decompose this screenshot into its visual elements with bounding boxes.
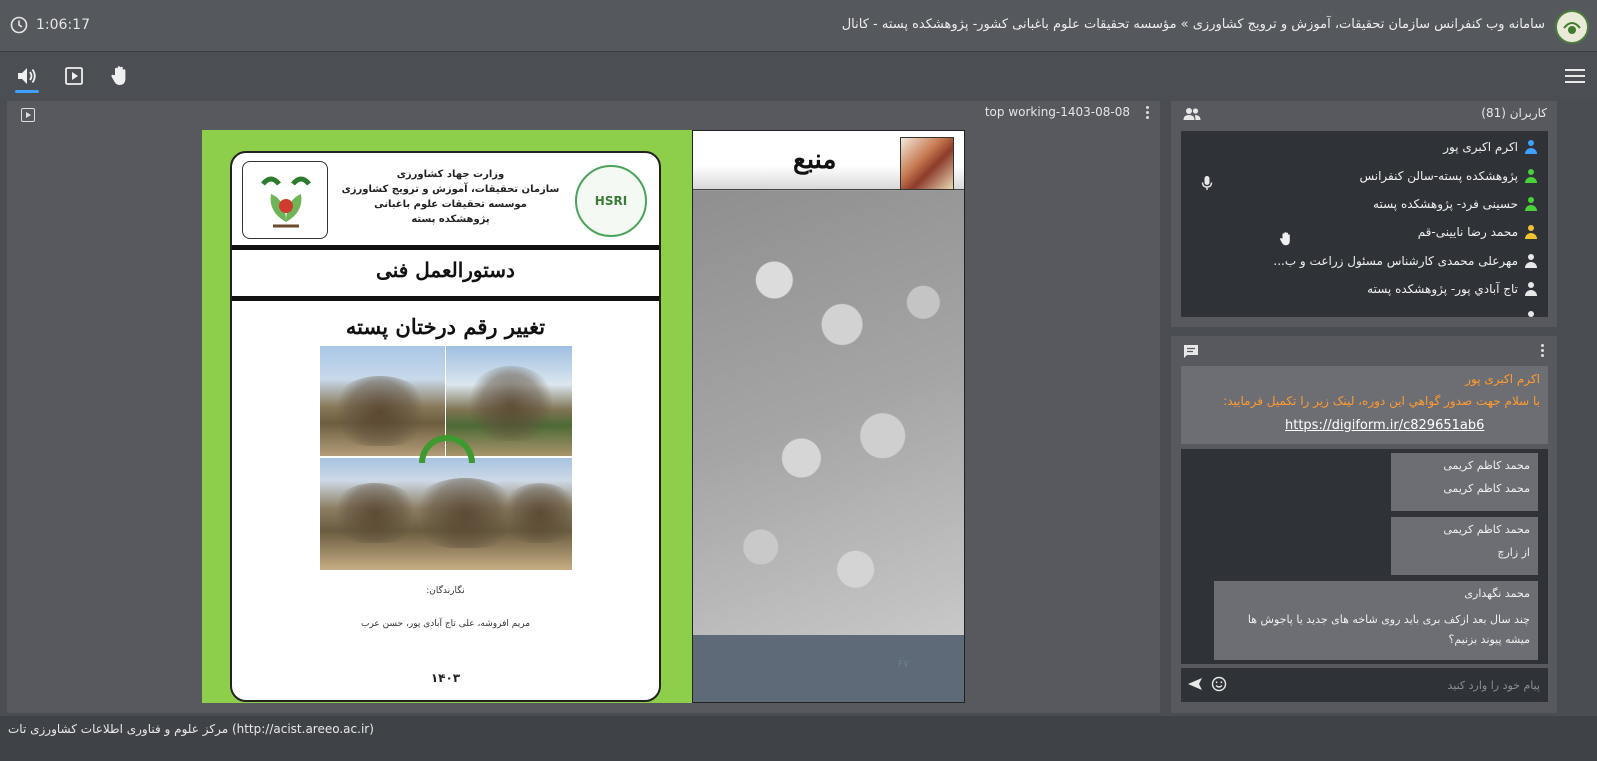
user-item[interactable] (1524, 304, 1538, 317)
share-video-button[interactable] (60, 63, 88, 89)
raise-hand-icon (111, 66, 126, 85)
authors-label: نگارندگان: (426, 586, 465, 596)
cover-page: وزارت جهاد کشاورزی سازمان تحقیقات، آموزش… (230, 151, 661, 702)
pistachio-thumbnail (900, 137, 954, 190)
send-icon[interactable] (1187, 677, 1203, 691)
message-sender: محمد کاظم کریمی (1443, 523, 1530, 536)
document-type: دستورالعمل فنی (376, 258, 515, 282)
chat-message: محمد کاظم کریمی از زارچ (1391, 517, 1538, 575)
user-item[interactable]: اکرم اکبری پور (1443, 133, 1538, 161)
user-item[interactable]: پژوهشکده پسته-سالن کنفرانس (1359, 162, 1538, 190)
title-bar: 1:06:17 سامانه وب کنفرانس سازمان تحقیقات… (0, 0, 1597, 52)
presentation-options-button[interactable] (1146, 106, 1150, 121)
chat-message: محمد نگهداری چند سال بعد ازکف بری باید ر… (1214, 581, 1538, 660)
chat-messages: محمد کاظم کریمی محمد کاظم کریمی محمد کاظ… (1181, 449, 1548, 664)
users-count: کاربران (81) (1481, 106, 1547, 120)
users-icon (1183, 108, 1201, 120)
minimize-presentation-button[interactable] (21, 108, 35, 122)
footer: مرکز علوم و فناوری اطلاعات کشاورزی تات (… (0, 716, 1597, 761)
pinned-link[interactable]: https://digiform.ir/c829651ab6 (1285, 418, 1484, 433)
raised-hand-icon (1279, 232, 1290, 246)
source-header: منبع (693, 131, 964, 190)
document-cover: وزارت جهاد کشاورزی سازمان تحقیقات، آموزش… (202, 130, 692, 703)
toolbar (0, 53, 1597, 99)
message-sender: محمد نگهداری (1464, 587, 1530, 600)
raise-hand-button[interactable] (106, 63, 134, 89)
user-icon (1524, 254, 1538, 268)
publication-year: ۱۴۰۳ (430, 671, 461, 685)
tree-photo (446, 346, 572, 456)
pinned-text: با سلام جهت صدور گواهي این دوره، لینک زی… (1223, 394, 1540, 408)
microphone-icon (1201, 176, 1213, 190)
ministry-text: وزارت جهاد کشاورزی سازمان تحقیقات، آموزش… (341, 169, 560, 225)
organization-logo (1555, 10, 1589, 44)
cover-divider (232, 245, 659, 250)
chat-message-input[interactable] (1270, 675, 1540, 695)
pistachio-cluster-image (693, 191, 964, 636)
clock-icon (10, 16, 28, 34)
user-item[interactable]: محمد رضا نایینی-قم (1418, 218, 1538, 246)
speaker-button[interactable] (13, 63, 41, 93)
presentation-panel: top working-1403-08-08 وزارت جهاد کشاورز… (7, 101, 1160, 713)
document-title: تغییر رقم درختان پسته (345, 314, 546, 339)
chat-options-button[interactable] (1541, 344, 1545, 359)
message-text: از زارچ (1497, 546, 1530, 559)
users-panel: کاربران (81) اکرم اکبری پور پژوهشکده پست… (1171, 101, 1557, 327)
user-icon (1524, 197, 1538, 211)
ministry-logo (242, 161, 328, 239)
chat-icon (1184, 345, 1198, 358)
user-icon (1524, 282, 1538, 296)
pinned-sender: اکرم اکبری پور (1465, 372, 1540, 386)
source-title: منبع (793, 145, 837, 175)
tree-photo (320, 346, 445, 456)
cover-divider (232, 296, 659, 301)
page-title: سامانه وب کنفرانس سازمان تحقیقات، آموزش … (841, 17, 1545, 32)
user-icon (1524, 169, 1538, 183)
tree-photo (320, 458, 572, 570)
slide-footer: ۶۷ (693, 635, 964, 702)
chat-message: محمد کاظم کریمی محمد کاظم کریمی (1391, 453, 1538, 511)
user-icon (1524, 140, 1538, 154)
presentation-slide: وزارت جهاد کشاورزی سازمان تحقیقات، آموزش… (202, 130, 965, 703)
source-section: منبع ۶۷ (692, 130, 965, 703)
speaker-icon (18, 68, 36, 84)
play-icon (65, 67, 83, 85)
emoji-icon[interactable] (1211, 676, 1227, 692)
users-header: کاربران (81) (1171, 101, 1557, 129)
chat-input-bar (1181, 668, 1548, 702)
menu-button[interactable] (1565, 69, 1585, 85)
session-timer: 1:06:17 (10, 16, 90, 34)
hsri-logo: HSRI (575, 165, 647, 237)
user-item[interactable]: تاج آبادي پور- پژوهشکده پسته (1367, 275, 1538, 303)
user-item[interactable]: حسینی فرد- پژوهشکده پسته (1373, 190, 1538, 218)
presentation-header: top working-1403-08-08 (7, 101, 1160, 125)
message-text: چند سال بعد ازکف بری باید روی شاخه های ج… (1247, 613, 1530, 646)
user-icon (1524, 225, 1538, 239)
chat-panel: اکرم اکبری پور با سلام جهت صدور گواهي ای… (1171, 336, 1557, 713)
menu-icon (1565, 69, 1585, 71)
presentation-file-label: top working-1403-08-08 (984, 105, 1130, 119)
user-icon (1524, 311, 1538, 317)
page-number: ۶۷ (897, 657, 909, 670)
footer-credit: مرکز علوم و فناوری اطلاعات کشاورزی تات (… (8, 722, 374, 736)
pinned-message: اکرم اکبری پور با سلام جهت صدور گواهي ای… (1181, 366, 1548, 444)
message-sender: محمد کاظم کریمی (1443, 459, 1530, 472)
timer-text: 1:06:17 (36, 17, 90, 33)
users-list: اکرم اکبری پور پژوهشکده پسته-سالن کنفران… (1181, 131, 1548, 317)
authors: مریم افروشه، علی تاج آبادی پور، حسن عرب (360, 619, 531, 629)
message-text: محمد کاظم کریمی (1443, 482, 1530, 495)
user-item[interactable]: مهرعلی محمدی کارشناس مسئول زراعت و ب... (1273, 247, 1538, 275)
